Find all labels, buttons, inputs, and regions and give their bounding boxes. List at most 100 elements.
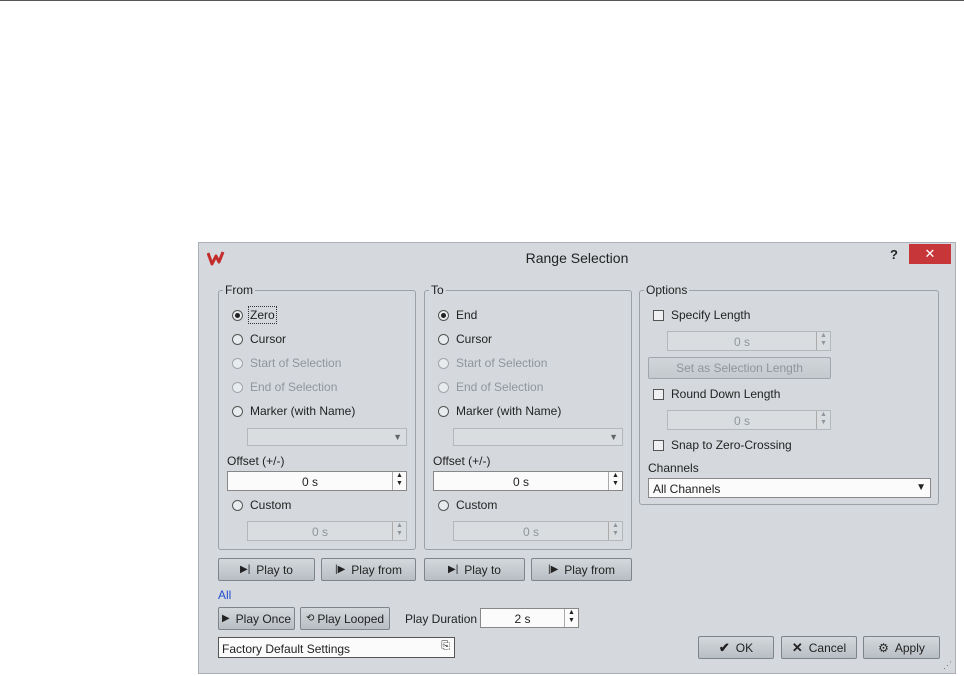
radio-dot [438, 405, 449, 417]
specify-length-label: Specify Length [671, 308, 751, 322]
chevron-down-icon: ▼ [393, 432, 402, 442]
preset-value: Factory Default Settings [222, 642, 351, 656]
title-bar[interactable]: Range Selection ? ✕ [199, 243, 955, 273]
help-button[interactable]: ? [887, 247, 901, 265]
to-offset-label: Offset (+/-) [433, 454, 491, 468]
from-cursor-label: Cursor [250, 332, 287, 346]
round-down-input[interactable]: 0 s ▲ ▼ [667, 410, 831, 430]
radio-dot [438, 333, 449, 345]
checkbox-box [653, 309, 664, 321]
from-end-selection-radio[interactable]: End of Selection [232, 380, 337, 394]
play-from-icon: |▶ [335, 564, 346, 575]
snap-zero-crossing-checkbox[interactable]: Snap to Zero-Crossing [653, 438, 792, 452]
play-duration-value: 2 s [514, 612, 531, 626]
play-looped-button[interactable]: ⟲ Play Looped [300, 607, 390, 630]
spin-arrows-icon[interactable]: ▲ ▼ [608, 522, 622, 540]
all-link[interactable]: All [218, 588, 231, 602]
radio-dot [438, 357, 449, 369]
from-start-selection-radio[interactable]: Start of Selection [232, 356, 341, 370]
to-custom-input[interactable]: 0 s ▲ ▼ [453, 521, 623, 541]
resize-grip-icon[interactable]: ⋰ [943, 660, 952, 671]
spin-arrows-icon[interactable]: ▲ ▼ [392, 522, 406, 540]
preset-field[interactable]: Factory Default Settings ⎘ [218, 637, 455, 658]
to-start-selection-label: Start of Selection [456, 356, 548, 370]
to-end-selection-radio[interactable]: End of Selection [438, 380, 543, 394]
from-custom-radio[interactable]: Custom [232, 498, 291, 512]
specify-length-checkbox[interactable]: Specify Length [653, 308, 750, 322]
from-zero-radio[interactable]: Zero [232, 306, 277, 324]
range-selection-dialog: Range Selection ? ✕ From Zero Cursor Sta… [198, 242, 956, 674]
radio-dot [438, 309, 449, 321]
apply-label: Apply [894, 640, 925, 655]
from-custom-input[interactable]: 0 s ▲ ▼ [247, 521, 407, 541]
gears-icon: ⚙ [878, 640, 889, 655]
preset-menu-icon[interactable]: ⎘ [441, 640, 450, 653]
to-play-to-button[interactable]: ▶| Play to [424, 558, 525, 581]
to-end-selection-label: End of Selection [456, 380, 544, 394]
radio-dot [438, 499, 449, 511]
checkbox-box [653, 388, 664, 400]
spin-arrows-icon[interactable]: ▲ ▼ [392, 472, 406, 490]
to-custom-label: Custom [456, 498, 498, 512]
play-to-label: Play to [256, 562, 293, 577]
play-from-label: Play from [564, 562, 615, 577]
top-border-line [0, 0, 964, 1]
to-end-radio[interactable]: End [438, 308, 477, 322]
channels-select[interactable]: All Channels ▼ [648, 478, 931, 498]
from-cursor-radio[interactable]: Cursor [232, 332, 286, 346]
to-start-selection-radio[interactable]: Start of Selection [438, 356, 547, 370]
apply-button[interactable]: ⚙ Apply [863, 636, 940, 659]
cancel-label: Cancel [808, 640, 847, 655]
checkmark-icon: ✔ [718, 639, 730, 655]
specify-length-value: 0 s [733, 335, 750, 349]
chevron-down-icon: ▼ [609, 432, 618, 442]
round-down-label: Round Down Length [671, 387, 781, 401]
to-marker-label: Marker (with Name) [456, 404, 562, 418]
from-play-from-button[interactable]: |▶ Play from [321, 558, 416, 581]
spin-arrows-icon[interactable]: ▲ ▼ [608, 472, 622, 490]
to-custom-value: 0 s [522, 525, 539, 539]
ok-button[interactable]: ✔ OK [698, 636, 774, 659]
ok-label: OK [735, 640, 754, 655]
from-offset-input[interactable]: 0 s ▲ ▼ [227, 471, 407, 491]
to-cursor-label: Cursor [456, 332, 493, 346]
from-marker-label: Marker (with Name) [250, 404, 356, 418]
play-once-button[interactable]: ▶ Play Once [218, 607, 295, 630]
to-marker-select[interactable]: ▼ [453, 428, 623, 446]
snap-zero-crossing-label: Snap to Zero-Crossing [671, 438, 792, 452]
set-selection-length-button[interactable]: Set as Selection Length [648, 357, 831, 379]
from-play-to-button[interactable]: ▶| Play to [218, 558, 315, 581]
play-from-label: Play from [351, 562, 402, 577]
from-legend: From [225, 283, 253, 297]
from-end-selection-label: End of Selection [250, 380, 338, 394]
to-offset-value: 0 s [512, 475, 529, 489]
from-marker-select[interactable]: ▼ [247, 428, 407, 446]
spin-arrows-icon[interactable]: ▲ ▼ [564, 609, 578, 627]
specify-length-input[interactable]: 0 s ▲ ▼ [667, 331, 831, 351]
radio-dot [232, 357, 243, 369]
play-duration-label: Play Duration [405, 612, 478, 626]
to-marker-radio[interactable]: Marker (with Name) [438, 404, 561, 418]
play-icon: ▶ [221, 613, 230, 624]
to-custom-radio[interactable]: Custom [438, 498, 497, 512]
play-to-icon: ▶| [448, 564, 459, 575]
options-legend: Options [646, 283, 688, 297]
round-down-value: 0 s [733, 414, 750, 428]
to-play-from-button[interactable]: |▶ Play from [531, 558, 632, 581]
to-cursor-radio[interactable]: Cursor [438, 332, 492, 346]
radio-dot [232, 333, 243, 345]
from-custom-value: 0 s [311, 525, 328, 539]
checkbox-box [653, 439, 664, 451]
radio-dot [438, 381, 449, 393]
play-to-label: Play to [464, 562, 501, 577]
spin-arrows-icon[interactable]: ▲ ▼ [816, 411, 830, 429]
cancel-button[interactable]: ✕ Cancel [781, 636, 857, 659]
play-looped-label: Play Looped [317, 611, 385, 626]
round-down-checkbox[interactable]: Round Down Length [653, 387, 780, 401]
play-duration-input[interactable]: 2 s ▲ ▼ [480, 608, 579, 628]
from-marker-radio[interactable]: Marker (with Name) [232, 404, 355, 418]
close-button[interactable]: ✕ [909, 244, 951, 264]
spin-arrows-icon[interactable]: ▲ ▼ [816, 332, 830, 350]
from-offset-value: 0 s [301, 475, 318, 489]
to-offset-input[interactable]: 0 s ▲ ▼ [433, 471, 623, 491]
